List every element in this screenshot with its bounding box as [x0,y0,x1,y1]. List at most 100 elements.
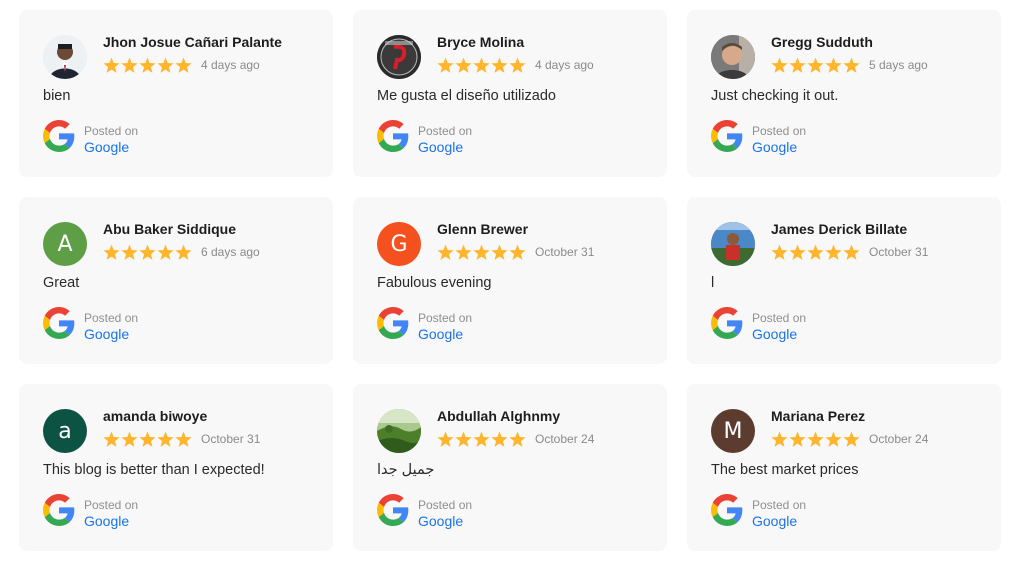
posted-on-label: Posted on [418,497,473,512]
reviewer-name: Gregg Sudduth [771,34,873,50]
star-icon [825,431,842,447]
source-link[interactable]: Google [752,326,806,342]
posted-on-block: Posted on Google [377,494,472,531]
source-link[interactable]: Google [418,139,472,155]
review-date: 4 days ago [535,58,594,72]
reviewer-name: James Derick Billate [771,221,908,237]
star-icon [455,244,472,260]
posted-text: Posted on Google [84,497,138,529]
star-icon [473,431,490,447]
rating-row: 4 days ago [103,55,260,75]
source-link[interactable]: Google [84,139,138,155]
star-icon [789,431,806,447]
rating-row: October 24 [437,429,594,449]
review-text: This blog is better than I expected! [43,462,265,478]
avatar-initial: a [58,418,72,444]
star-icon [491,431,508,447]
posted-on-block: Posted on Google [711,307,806,344]
star-icon [509,431,526,447]
source-link[interactable]: Google [418,513,472,529]
review-card: Gregg Sudduth 5 days ago Just checking it … [687,10,1001,177]
posted-on-label: Posted on [752,123,807,138]
star-icon [437,57,454,73]
review-card: M Mariana Perez October 24 The best market … [687,384,1001,551]
star-icon [103,431,120,447]
star-rating [103,431,192,448]
star-icon [121,431,138,447]
reviewer-name: Mariana Perez [771,408,866,424]
star-icon [825,57,842,73]
rating-row: 6 days ago [103,242,260,262]
posted-text: Posted on Google [418,497,472,529]
star-icon [437,244,454,260]
source-link[interactable]: Google [84,513,138,529]
review-text: جميل جدا [377,462,435,478]
google-logo-icon [43,120,75,157]
review-text: bien [43,88,71,104]
review-date: 6 days ago [201,245,260,259]
google-logo-icon [711,120,743,157]
reviewer-avatar: A [43,222,87,266]
review-date: October 31 [535,245,595,259]
star-icon [455,431,472,447]
posted-on-block: Posted on Google [43,494,138,531]
google-logo-icon [377,307,409,344]
posted-on-block: Posted on Google [43,307,138,344]
review-text: Me gusta el diseño utilizado [377,88,556,104]
review-text: Just checking it out. [711,88,839,104]
google-logo-icon [43,494,75,531]
google-logo-icon [711,494,743,531]
reviewer-name: amanda biwoye [103,408,208,424]
star-icon [807,431,824,447]
review-card: a amanda biwoye October 31 This blog is bet… [19,384,333,551]
review-card: G Glenn Brewer October 31 Fabulous evening P… [353,197,667,364]
star-rating [437,244,526,261]
star-icon [825,244,842,260]
posted-text: Posted on Google [84,310,138,342]
star-icon [473,57,490,73]
star-icon [139,57,156,73]
rating-row: October 31 [771,242,928,262]
posted-text: Posted on Google [418,123,472,155]
posted-on-block: Posted on Google [711,120,806,157]
star-icon [103,244,120,260]
reviews-grid: Jhon Josue Cañari Palante 4 days ago bien P… [19,10,1001,551]
posted-on-label: Posted on [752,310,807,325]
source-link[interactable]: Google [84,326,138,342]
posted-text: Posted on Google [84,123,138,155]
source-link[interactable]: Google [752,513,806,529]
reviewer-avatar [711,222,755,266]
google-logo-icon [711,307,743,344]
star-rating [437,57,526,74]
review-date: October 31 [869,245,929,259]
review-date: 5 days ago [869,58,928,72]
star-icon [121,244,138,260]
reviewer-name: Bryce Molina [437,34,525,50]
star-icon [103,57,120,73]
star-rating [771,431,860,448]
reviewer-name: Glenn Brewer [437,221,529,237]
rating-row: 5 days ago [771,55,928,75]
google-logo-icon [43,307,75,344]
reviewer-avatar: M [711,409,755,453]
reviewer-avatar: G [377,222,421,266]
star-icon [437,431,454,447]
reviewer-avatar: a [43,409,87,453]
review-card: Abdullah Alghnmy October 24 جميل جدا Posted… [353,384,667,551]
rating-row: October 31 [103,429,260,449]
star-rating [771,57,860,74]
posted-text: Posted on Google [418,310,472,342]
posted-on-block: Posted on Google [377,307,472,344]
source-link[interactable]: Google [418,326,472,342]
review-card: Bryce Molina 4 days ago Me gusta el diseño… [353,10,667,177]
star-icon [157,244,174,260]
star-icon [157,57,174,73]
posted-on-label: Posted on [418,310,473,325]
star-icon [175,431,192,447]
reviewer-avatar [377,35,421,79]
source-link[interactable]: Google [752,139,806,155]
star-icon [807,57,824,73]
star-rating [103,57,192,74]
google-logo-icon [377,120,409,157]
posted-on-block: Posted on Google [43,120,138,157]
